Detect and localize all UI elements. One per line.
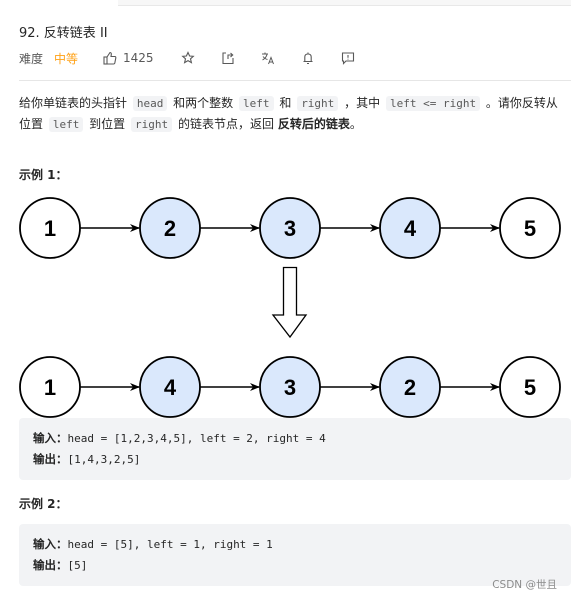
after-node-value: 5 <box>524 375 536 400</box>
example-2-output-line: 输出：[5] <box>33 557 87 573</box>
example-2-output: [5] <box>67 559 88 572</box>
linked-list-diagram: 1 2 3 4 5 1 4 3 2 5 <box>19 197 561 418</box>
before-node-value: 1 <box>44 216 56 241</box>
example-1-output-line: 输出：[1,4,3,2,5] <box>33 451 140 467</box>
list-after: 1 4 3 2 5 <box>19 356 561 418</box>
example-1-code-block: 输入：head = [1,2,3,4,5], left = 2, right =… <box>19 418 571 480</box>
before-node-value: 4 <box>404 216 417 241</box>
after-node-value: 3 <box>284 375 296 400</box>
example-2-input: head = [5], left = 1, right = 1 <box>67 538 273 551</box>
input-label: 输入： <box>33 537 68 551</box>
before-node-value: 3 <box>284 216 296 241</box>
after-node-value: 1 <box>44 375 56 400</box>
example-1-input: head = [1,2,3,4,5], left = 2, right = 4 <box>67 432 326 445</box>
example-1-output: [1,4,3,2,5] <box>67 453 141 466</box>
watermark: CSDN @世且 <box>492 579 557 591</box>
example-2-code-block: 输入：head = [5], left = 1, right = 1 输出：[5… <box>19 524 571 586</box>
example-2-title: 示例 2： <box>19 497 68 511</box>
example-2-input-line: 输入：head = [5], left = 1, right = 1 <box>33 536 273 552</box>
after-node-value: 2 <box>404 375 416 400</box>
transform-down-arrow <box>271 266 308 339</box>
output-label: 输出： <box>33 558 68 572</box>
before-node-value: 5 <box>524 216 536 241</box>
before-node-value: 2 <box>164 216 176 241</box>
input-label: 输入： <box>33 431 68 445</box>
list-before: 1 2 3 4 5 <box>19 197 561 259</box>
after-node-value: 4 <box>164 375 177 400</box>
example-1-input-line: 输入：head = [1,2,3,4,5], left = 2, right =… <box>33 430 326 446</box>
output-label: 输出： <box>33 452 68 466</box>
